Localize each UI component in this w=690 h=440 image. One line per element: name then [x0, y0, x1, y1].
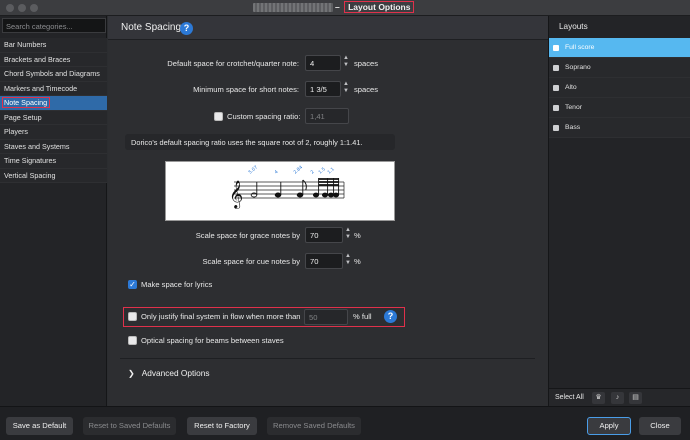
minimize-window-icon[interactable]	[18, 4, 26, 12]
window-title: – Layout Options	[335, 1, 415, 13]
category-bar-numbers[interactable]: Bar Numbers	[0, 38, 107, 53]
select-full-scores-icon[interactable]: ♛	[592, 392, 605, 404]
category-sidebar: Search categories... Bar Numbers Bracket…	[0, 16, 107, 406]
apply-button[interactable]: Apply	[587, 417, 631, 435]
save-as-default-button[interactable]: Save as Default	[6, 417, 73, 435]
part-icon	[553, 65, 559, 71]
justify-unit: % full	[353, 312, 372, 321]
default-space-label: Default space for crotchet/quarter note:	[167, 59, 299, 68]
reset-to-factory-button[interactable]: Reset to Factory	[187, 417, 257, 435]
advanced-options-toggle[interactable]: ❯ Advanced Options	[120, 358, 535, 383]
layout-bass-label: Bass	[565, 124, 581, 131]
score-icon	[553, 45, 559, 51]
close-button[interactable]: Close	[639, 417, 681, 435]
category-time-signatures[interactable]: Time Signatures	[0, 154, 107, 169]
category-note-spacing-label: Note Spacing	[2, 97, 51, 108]
category-staves-and-systems[interactable]: Staves and Systems	[0, 139, 107, 154]
justify-label: Only justify final system in flow when m…	[141, 312, 301, 321]
justify-help-icon[interactable]: ?	[384, 310, 397, 323]
title-bar: – Layout Options	[0, 0, 690, 16]
default-space-input[interactable]: 4	[305, 55, 341, 71]
cue-scale-label: Scale space for cue notes by	[202, 257, 300, 266]
layout-full-score[interactable]: Full score	[549, 38, 690, 58]
panel-header: Note Spacing ?	[108, 16, 548, 40]
reset-to-saved-defaults-button[interactable]: Reset to Saved Defaults	[83, 417, 176, 435]
part-icon	[553, 105, 559, 111]
category-note-spacing[interactable]: Note Spacing	[0, 96, 107, 111]
ratio-label-1: 5.07	[247, 164, 259, 175]
category-vertical-spacing[interactable]: Vertical Spacing	[0, 168, 107, 183]
optical-spacing-label: Optical spacing for beams between staves	[141, 336, 284, 345]
spacing-example-image: 𝄞 5.07 4 2.84 2 1.5 1.1	[165, 161, 395, 221]
spacing-ratio-note: Dorico's default spacing ratio uses the …	[125, 134, 395, 150]
custom-ratio-input[interactable]: 1,41	[305, 108, 349, 124]
close-window-icon[interactable]	[6, 4, 14, 12]
lyrics-label: Make space for lyrics	[141, 280, 213, 289]
ratio-label-3: 2.84	[292, 164, 304, 175]
category-search-input[interactable]: Search categories...	[2, 18, 106, 33]
ratio-label-6: 1.1	[326, 166, 335, 175]
category-page-setup[interactable]: Page Setup	[0, 110, 107, 125]
grace-scale-stepper[interactable]: ▲ ▼	[344, 227, 352, 243]
layout-tenor[interactable]: Tenor	[549, 98, 690, 118]
min-space-stepper[interactable]: ▲ ▼	[342, 81, 350, 97]
grace-scale-unit: %	[354, 231, 361, 240]
layouts-list: Full score Soprano Alto Tenor Bass	[549, 38, 690, 138]
layouts-title: Layouts	[559, 22, 588, 31]
layout-soprano-label: Soprano	[565, 64, 591, 71]
grace-scale-label: Scale space for grace notes by	[195, 231, 300, 240]
layout-tenor-label: Tenor	[565, 104, 583, 111]
layout-full-score-label: Full score	[565, 44, 595, 51]
default-space-unit: spaces	[354, 59, 379, 68]
part-icon	[553, 125, 559, 131]
ratio-label-2: 4	[273, 169, 279, 176]
cue-scale-unit: %	[354, 257, 361, 266]
min-space-unit: spaces	[354, 85, 379, 94]
zoom-window-icon[interactable]	[30, 4, 38, 12]
note-spacing-panel: Note Spacing ? Default space for crotche…	[108, 16, 548, 406]
ratio-label-4: 2	[309, 169, 315, 176]
layout-bass[interactable]: Bass	[549, 118, 690, 138]
chevron-right-icon: ❯	[128, 369, 135, 378]
min-space-input[interactable]: 1 3/5	[305, 81, 341, 97]
layout-soprano[interactable]: Soprano	[549, 58, 690, 78]
dialog-footer: Save as Default Reset to Saved Defaults …	[0, 406, 690, 440]
cue-scale-stepper[interactable]: ▲ ▼	[344, 253, 352, 269]
ratio-label-5: 1.5	[317, 166, 326, 175]
spacing-example-staff: 𝄞 5.07 4 2.84 2 1.5 1.1	[229, 164, 345, 209]
help-icon[interactable]: ?	[180, 22, 193, 35]
category-players[interactable]: Players	[0, 125, 107, 140]
svg-text:𝄞: 𝄞	[229, 180, 243, 209]
custom-ratio-label: Custom spacing ratio:	[227, 112, 301, 121]
custom-ratio-checkbox[interactable]	[214, 112, 223, 121]
category-list: Bar Numbers Brackets and Braces Chord Sy…	[0, 38, 107, 183]
cue-scale-input[interactable]: 70	[305, 253, 343, 269]
page-title: Note Spacing	[121, 22, 182, 33]
remove-saved-defaults-button[interactable]: Remove Saved Defaults	[267, 417, 361, 435]
layout-alto-label: Alto	[565, 84, 577, 91]
justify-threshold-input[interactable]: 50	[304, 309, 348, 325]
category-markers-and-timecode[interactable]: Markers and Timecode	[0, 81, 107, 96]
part-icon	[553, 85, 559, 91]
layout-alto[interactable]: Alto	[549, 78, 690, 98]
select-custom-icon[interactable]: ▤	[629, 392, 642, 404]
redacted-project-name	[253, 3, 333, 12]
category-brackets-and-braces[interactable]: Brackets and Braces	[0, 52, 107, 67]
default-space-stepper[interactable]: ▲ ▼	[342, 55, 350, 71]
layouts-panel: Layouts Full score Soprano Alto Tenor Ba…	[548, 16, 690, 406]
select-all-button[interactable]: Select All	[555, 394, 584, 401]
justify-checkbox[interactable]	[128, 312, 137, 321]
category-chord-symbols[interactable]: Chord Symbols and Diagrams	[0, 67, 107, 82]
advanced-options-label: Advanced Options	[141, 368, 210, 378]
min-space-label: Minimum space for short notes:	[193, 85, 299, 94]
lyrics-checkbox[interactable]: ✓	[128, 280, 137, 289]
optical-spacing-checkbox[interactable]	[128, 336, 137, 345]
layouts-footer: Select All ♛ ♪ ▤	[549, 388, 690, 406]
grace-scale-input[interactable]: 70	[305, 227, 343, 243]
select-parts-icon[interactable]: ♪	[611, 392, 624, 404]
